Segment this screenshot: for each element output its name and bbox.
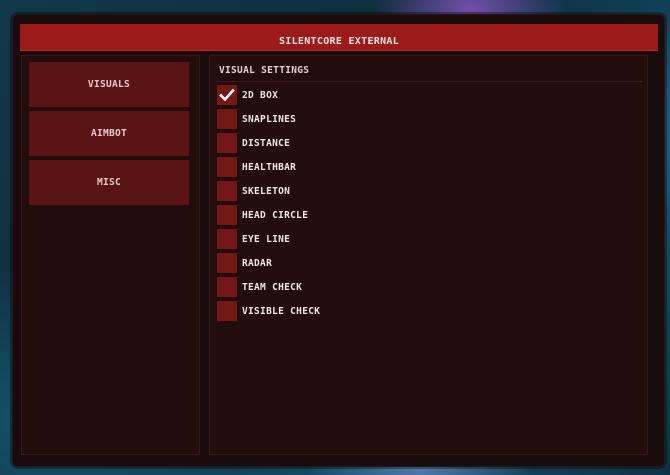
checkbox[interactable]: [217, 85, 237, 105]
option-head-circle[interactable]: HEAD CIRCLE: [217, 205, 308, 225]
checkbox[interactable]: [217, 277, 237, 297]
option-healthbar[interactable]: HEALTHBAR: [217, 157, 296, 177]
option-radar[interactable]: RADAR: [217, 253, 272, 273]
option-snaplines[interactable]: SNAPLINES: [217, 109, 296, 129]
cheat-menu-window: SILENTCORE EXTERNAL VISUALS AIMBOT MISC …: [12, 14, 665, 467]
option-visible-check[interactable]: VISIBLE CHECK: [217, 301, 320, 321]
tab-aimbot[interactable]: AIMBOT: [29, 111, 189, 156]
checkbox[interactable]: [217, 229, 237, 249]
option-label: 2D BOX: [242, 89, 279, 101]
option-label: RADAR: [242, 257, 273, 269]
title-bar[interactable]: SILENTCORE EXTERNAL: [20, 24, 658, 51]
checkbox[interactable]: [217, 133, 237, 153]
option-skeleton[interactable]: SKELETON: [217, 181, 290, 201]
checkmark-icon: [219, 88, 235, 102]
option-eye-line[interactable]: EYE LINE: [217, 229, 290, 249]
settings-panel: VISUAL SETTINGS 2D BOX SNAPLINES DISTANC…: [209, 55, 648, 455]
checkbox[interactable]: [217, 301, 237, 321]
option-team-check[interactable]: TEAM CHECK: [217, 277, 302, 297]
sidebar: VISUALS AIMBOT MISC: [21, 55, 200, 455]
tab-label: VISUALS: [87, 79, 131, 90]
option-2d-box[interactable]: 2D BOX: [217, 85, 278, 105]
tab-label: MISC: [96, 177, 122, 188]
option-label: EYE LINE: [242, 233, 291, 245]
checkbox[interactable]: [217, 253, 237, 273]
divider: [216, 81, 643, 82]
checkbox[interactable]: [217, 157, 237, 177]
tab-visuals[interactable]: VISUALS: [29, 62, 189, 107]
option-label: TEAM CHECK: [242, 281, 303, 293]
window-title: SILENTCORE EXTERNAL: [278, 36, 400, 47]
option-distance[interactable]: DISTANCE: [217, 133, 290, 153]
option-label: SNAPLINES: [242, 113, 297, 125]
option-label: SKELETON: [242, 185, 291, 197]
option-label: DISTANCE: [242, 137, 291, 149]
option-label: HEAD CIRCLE: [242, 209, 309, 221]
tab-misc[interactable]: MISC: [29, 160, 189, 205]
checkbox[interactable]: [217, 181, 237, 201]
option-label: HEALTHBAR: [242, 161, 297, 173]
option-label: VISIBLE CHECK: [242, 305, 321, 317]
checkbox[interactable]: [217, 205, 237, 225]
checkbox[interactable]: [217, 109, 237, 129]
section-title: VISUAL SETTINGS: [219, 65, 310, 76]
tab-label: AIMBOT: [90, 128, 128, 139]
